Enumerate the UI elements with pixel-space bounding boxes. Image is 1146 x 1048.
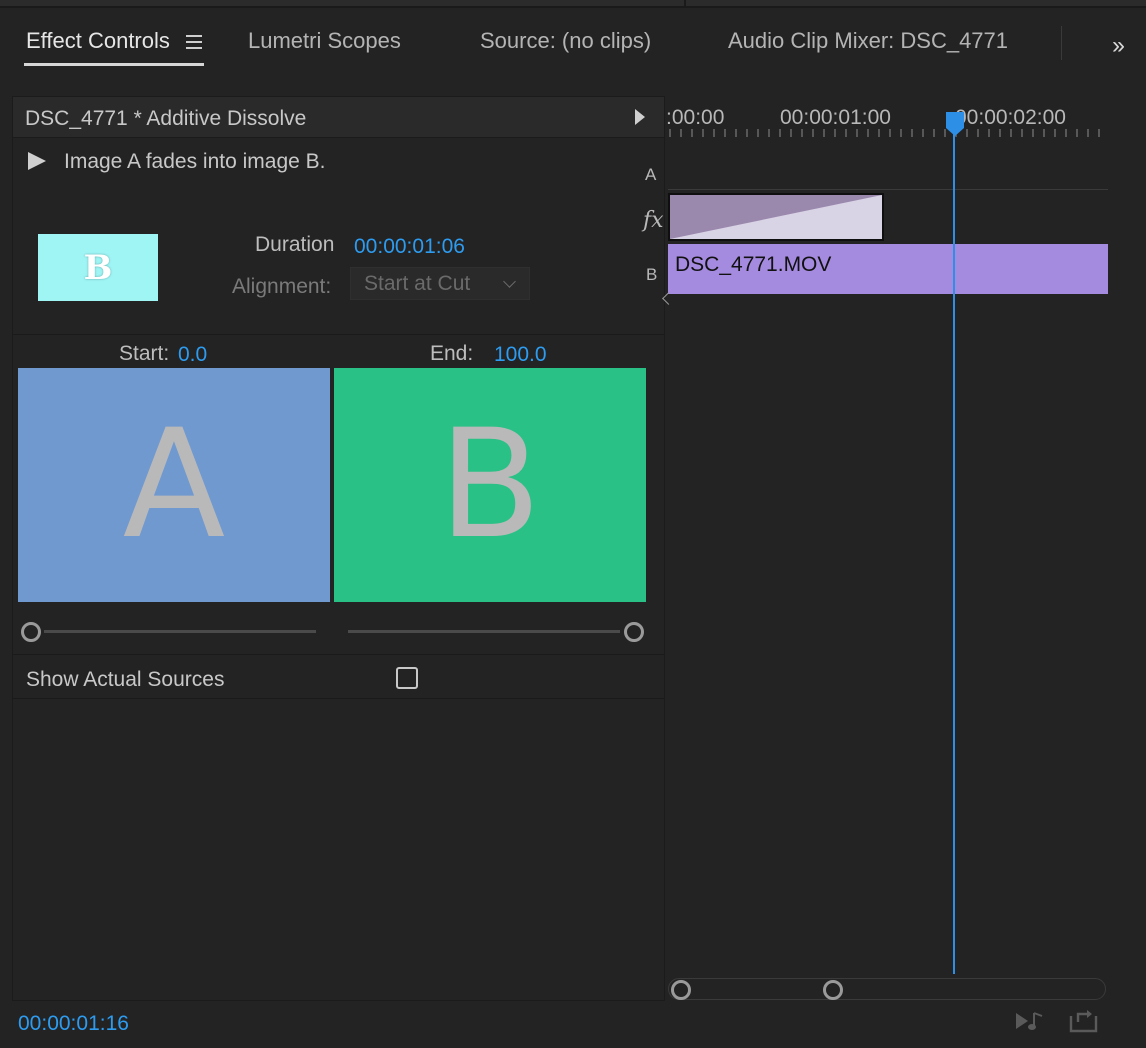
effect-title: DSC_4771 * Additive Dissolve [25, 107, 307, 130]
end-slider-handle[interactable] [624, 622, 644, 642]
chevron-down-icon [503, 275, 516, 288]
panel-tab-bar: Effect Controls Lumetri Scopes Source: (… [0, 8, 1146, 72]
end-slider-track[interactable] [348, 630, 620, 633]
playhead-handle[interactable] [945, 111, 965, 137]
export-frame-icon[interactable] [1068, 1008, 1100, 1034]
time-ruler-ticks[interactable] [668, 126, 1108, 138]
fx-icon: fx [643, 208, 664, 233]
panel-overflow-icon[interactable]: ›› [1112, 34, 1125, 58]
clip-dsc-4771[interactable]: DSC_4771.MOV [668, 244, 1108, 294]
start-label: Start: [119, 342, 170, 365]
track-a-line [668, 189, 1108, 190]
end-label: End: [430, 342, 474, 365]
tab-source[interactable]: Source: (no clips) [480, 28, 651, 54]
tab-audio-clip-mixer[interactable]: Audio Clip Mixer: DSC_4771 [728, 28, 1008, 54]
active-tab-indicator [24, 63, 204, 66]
top-frame-strip [0, 0, 1146, 8]
zoom-handle-right[interactable] [823, 980, 843, 1000]
show-actual-sources-label: Show Actual Sources [26, 668, 225, 691]
alignment-label: Alignment: [232, 275, 332, 298]
track-b-label: B [646, 265, 658, 284]
transition-clip[interactable] [668, 193, 884, 241]
end-value[interactable]: 100.0 [494, 343, 547, 367]
show-actual-sources-checkbox[interactable] [396, 667, 418, 689]
preview-b: B [334, 368, 646, 602]
play-triangle-icon[interactable] [635, 109, 645, 125]
start-slider-handle[interactable] [21, 622, 41, 642]
play-triangle-icon[interactable] [28, 152, 46, 170]
tab-separator [1061, 26, 1062, 60]
transition-thumbnail: B [38, 234, 158, 301]
start-value[interactable]: 0.0 [178, 343, 207, 367]
thumbnail-letter: B [83, 247, 113, 288]
divider [13, 698, 664, 699]
divider [13, 654, 664, 655]
effect-header[interactable]: DSC_4771 * Additive Dissolve [12, 96, 665, 138]
duration-value[interactable]: 00:00:01:06 [354, 235, 465, 259]
current-timecode[interactable]: 00:00:01:16 [18, 1012, 129, 1036]
tab-lumetri-scopes[interactable]: Lumetri Scopes [248, 28, 401, 54]
preview-a: A [18, 368, 330, 602]
playhead-line[interactable] [953, 124, 955, 974]
tab-effect-controls[interactable]: Effect Controls [26, 28, 170, 54]
preview-b-letter: B [438, 398, 542, 572]
zoom-handle-left[interactable] [671, 980, 691, 1000]
alignment-dropdown[interactable]: Start at Cut [350, 267, 530, 300]
duration-label: Duration [255, 233, 335, 256]
timeline-zoom-scrollbar[interactable] [668, 978, 1106, 1000]
clip-name: DSC_4771.MOV [675, 253, 832, 276]
track-a-label: A [645, 165, 657, 184]
divider [13, 334, 664, 335]
play-audio-only-icon[interactable] [1014, 1009, 1046, 1033]
panel-menu-icon[interactable] [186, 35, 202, 49]
preview-a-letter: A [122, 398, 226, 572]
alignment-value: Start at Cut [364, 272, 471, 295]
effect-description: Image A fades into image B. [64, 150, 326, 173]
start-slider-track[interactable] [44, 630, 316, 633]
